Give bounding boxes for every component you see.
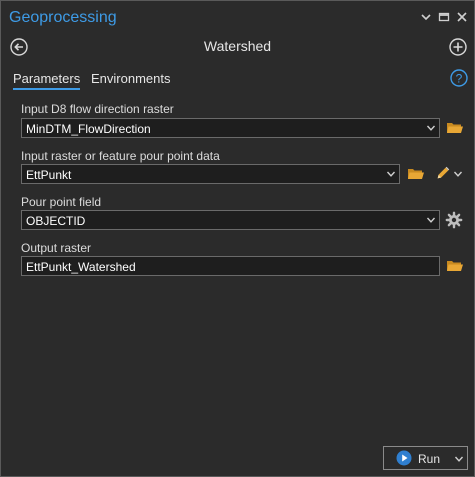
- tool-title: Watershed: [203, 38, 272, 54]
- param-label-flow-direction: Input D8 flow direction raster: [21, 102, 174, 116]
- chevron-down-icon[interactable]: [426, 215, 436, 225]
- folder-icon[interactable]: [446, 258, 464, 274]
- chevron-down-icon[interactable]: [426, 123, 436, 133]
- pour-field-combo[interactable]: OBJECTID: [21, 210, 440, 230]
- param-label-output: Output raster: [21, 241, 92, 255]
- param-label-pour-field: Pour point field: [21, 195, 102, 209]
- chevron-down-icon[interactable]: [454, 454, 464, 464]
- tab-parameters[interactable]: Parameters: [13, 71, 81, 90]
- folder-icon[interactable]: [446, 120, 464, 136]
- pane-title: Geoprocessing: [9, 9, 117, 26]
- tool-header: Watershed: [1, 35, 474, 61]
- flow-direction-combo[interactable]: MinDTM_FlowDirection: [21, 118, 440, 138]
- play-icon: [396, 450, 412, 466]
- output-raster-value: EttPunkt_Watershed: [26, 260, 136, 274]
- param-label-pour-point: Input raster or feature pour point data: [21, 149, 220, 163]
- pencil-menu-chevron-icon[interactable]: [453, 169, 463, 179]
- help-icon[interactable]: ?: [450, 69, 468, 87]
- tab-environments[interactable]: Environments: [91, 71, 170, 86]
- restore-icon[interactable]: [437, 10, 451, 24]
- output-raster-input[interactable]: EttPunkt_Watershed: [21, 256, 440, 276]
- pour-point-value: EttPunkt: [26, 168, 72, 182]
- pour-point-combo[interactable]: EttPunkt: [21, 164, 400, 184]
- run-button[interactable]: Run: [383, 446, 468, 470]
- folder-icon[interactable]: [407, 166, 425, 182]
- pencil-icon[interactable]: [434, 165, 452, 181]
- svg-text:?: ?: [456, 72, 463, 86]
- flow-direction-value: MinDTM_FlowDirection: [26, 122, 151, 136]
- add-icon[interactable]: [448, 37, 468, 57]
- tab-strip: Parameters Environments: [1, 69, 474, 93]
- close-icon[interactable]: [455, 10, 469, 24]
- run-button-label: Run: [418, 452, 441, 466]
- pour-field-value: OBJECTID: [26, 214, 86, 228]
- geoprocessing-pane: Geoprocessing Watershed Parameters Envir…: [0, 0, 475, 477]
- pane-titlebar: Geoprocessing: [1, 1, 474, 35]
- gear-icon[interactable]: [445, 211, 463, 229]
- pane-menu-chevron-icon[interactable]: [419, 10, 433, 24]
- chevron-down-icon[interactable]: [386, 169, 396, 179]
